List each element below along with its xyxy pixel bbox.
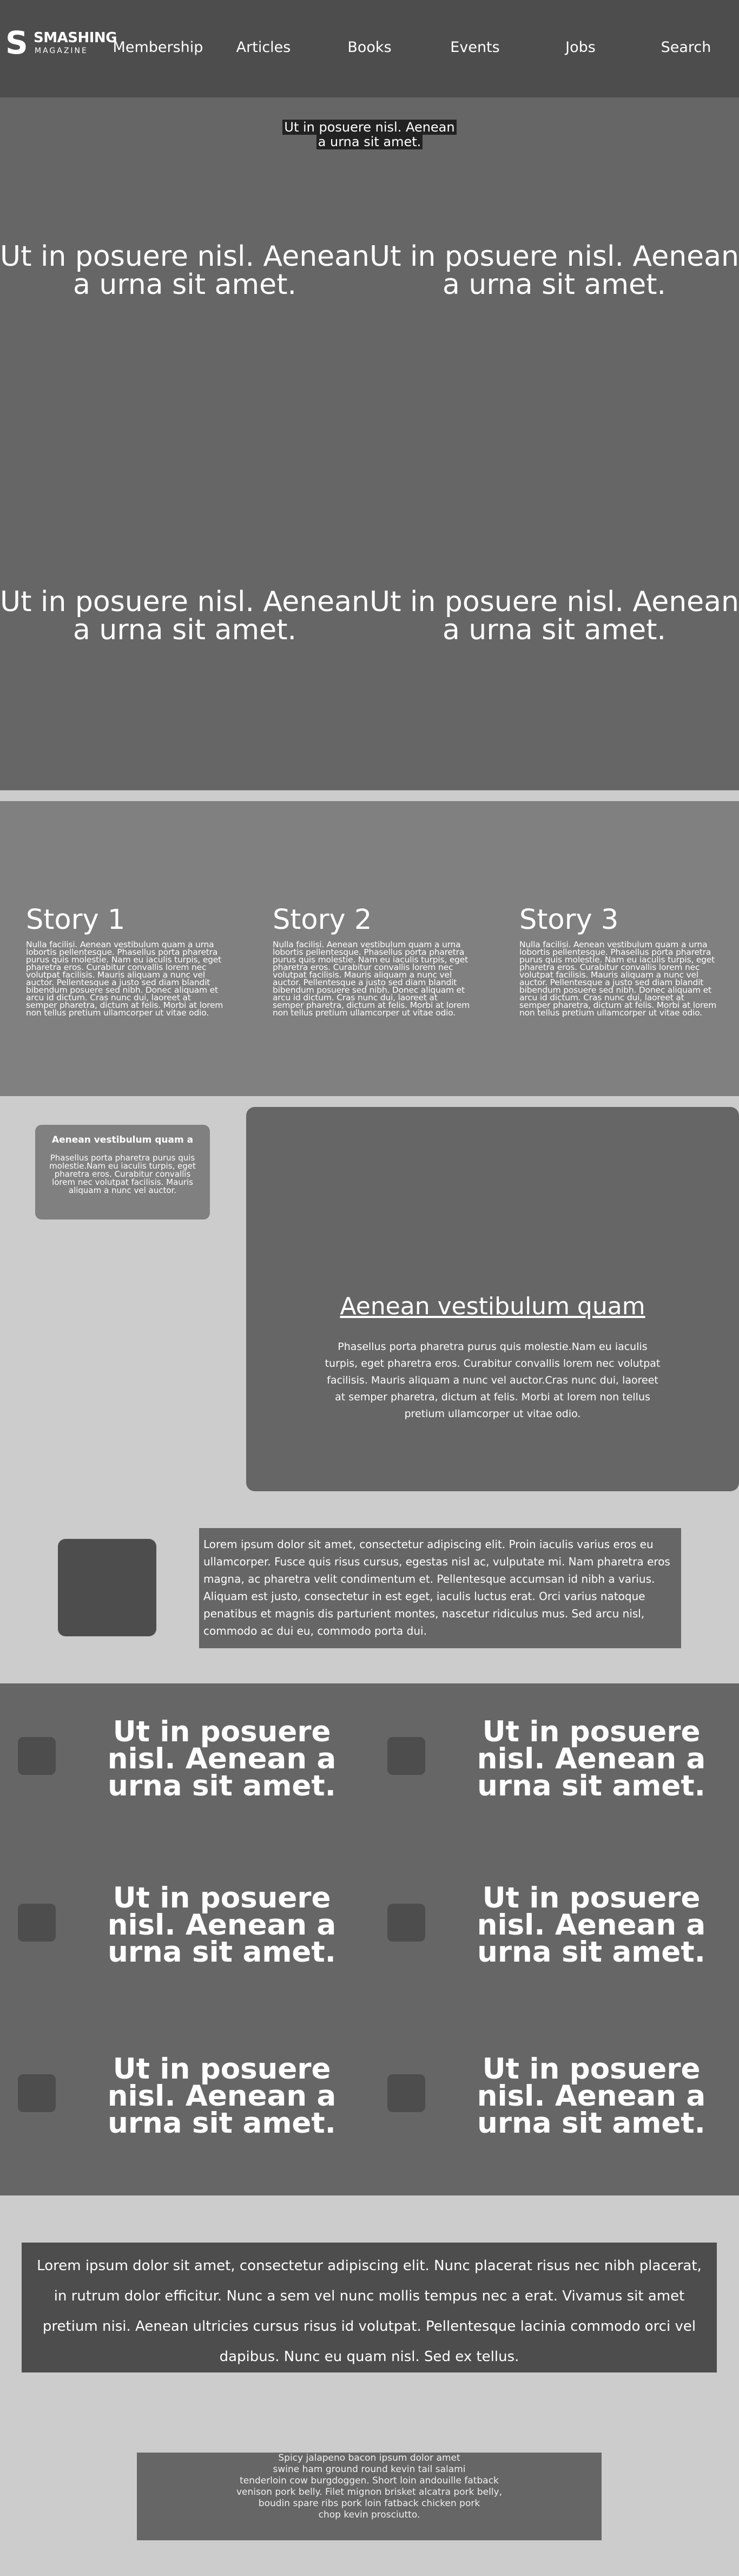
footer-text-box: Spicy jalapeno bacon ipsum dolor amet sw… <box>137 2453 602 2540</box>
feature-card-text: Phasellus porta pharetra purus quis mole… <box>325 1341 661 1420</box>
grid-item: Ut in posuere nisl. Aenean a urna sit am… <box>370 1858 739 2020</box>
logo-wordmark: SMASHING <box>34 30 117 46</box>
grid-item: Ut in posuere nisl. Aenean a urna sit am… <box>370 1683 739 1846</box>
story-title[interactable]: Story 1 <box>26 904 223 936</box>
feature-icon <box>18 2074 56 2112</box>
feature-card-title[interactable]: Aenean vestibulum quam <box>246 1292 739 1321</box>
story-text: Nulla facilisi. Aenean vestibulum quam a… <box>273 940 470 1018</box>
smashing-logo[interactable]: S SMASHING MAGAZINE <box>5 24 117 65</box>
mini-card-text: Phasellus porta pharetra purus quis mole… <box>49 1153 196 1195</box>
feature-icon <box>18 1904 56 1942</box>
feature-card: Aenean vestibulum quam Phasellus porta p… <box>246 1107 739 1491</box>
stories-section: Story 1 Nulla facilisi. Aenean vestibulu… <box>0 801 739 1096</box>
story-text: Nulla facilisi. Aenean vestibulum quam a… <box>26 940 223 1018</box>
text-block: Lorem ipsum dolor sit amet, consectetur … <box>199 1528 681 1648</box>
grid-item-text: Ut in posuere nisl. Aenean a urna sit am… <box>477 1715 706 1802</box>
footer-line: Spicy jalapeno bacon ipsum dolor amet <box>278 2453 460 2463</box>
feature-icon <box>387 1737 425 1775</box>
grid-item-text: Ut in posuere nisl. Aenean a urna sit am… <box>107 2053 336 2140</box>
feature-icon <box>18 1737 56 1775</box>
nav-events[interactable]: Events <box>450 38 499 57</box>
grid-item: Ut in posuere nisl. Aenean a urna sit am… <box>0 1858 370 2020</box>
feature-icon <box>387 1904 425 1942</box>
site-header: S SMASHING MAGAZINE Membership Articles … <box>0 0 739 97</box>
footer-line: chop kevin prosciutto. <box>318 2509 420 2520</box>
grid-item: Ut in posuere nisl. Aenean a urna sit am… <box>0 2024 370 2187</box>
story-title[interactable]: Story 3 <box>519 904 717 936</box>
icon-grid-section: Ut in posuere nisl. Aenean a urna sit am… <box>0 1683 739 2195</box>
logo-subtitle: MAGAZINE <box>35 47 88 55</box>
nav-books[interactable]: Books <box>347 38 391 57</box>
hero-tile-3[interactable]: Ut in posuere nisl. Aenean a urna sit am… <box>0 588 370 644</box>
logo-mark-icon: S <box>5 24 28 61</box>
story-text: Nulla facilisi. Aenean vestibulum quam a… <box>519 940 717 1018</box>
main-nav: Membership Articles Books Events Jobs Se… <box>105 38 739 60</box>
mini-card-title: Aenean vestibulum quam a <box>51 1135 194 1145</box>
mini-card: Aenean vestibulum quam a Phasellus porta… <box>35 1125 210 1220</box>
grid-item-text: Ut in posuere nisl. Aenean a urna sit am… <box>477 1882 706 1969</box>
nav-articles[interactable]: Articles <box>236 38 291 57</box>
hero-section: Ut in posuere nisl. Aenean a urna sit am… <box>0 97 739 790</box>
story-card: Story 2 Nulla facilisi. Aenean vestibulu… <box>273 904 470 1017</box>
grid-item: Ut in posuere nisl. Aenean a urna sit am… <box>370 2024 739 2187</box>
hero-tile-1[interactable]: Ut in posuere nisl. Aenean a urna sit am… <box>0 242 370 299</box>
footer-line: boudin spare ribs pork loin fatback chic… <box>258 2498 480 2509</box>
story-title[interactable]: Story 2 <box>273 904 470 936</box>
grid-item-text: Ut in posuere nisl. Aenean a urna sit am… <box>477 2053 706 2140</box>
nav-search[interactable]: Search <box>661 38 711 57</box>
footer-line: swine ham ground round kevin tail salami <box>273 2464 466 2475</box>
image-placeholder <box>58 1539 156 1636</box>
grid-item: Ut in posuere nisl. Aenean a urna sit am… <box>0 1683 370 1846</box>
nav-membership[interactable]: Membership <box>113 38 203 57</box>
feature-icon <box>387 2074 425 2112</box>
quote-block: Lorem ipsum dolor sit amet, consectetur … <box>22 2243 717 2372</box>
hero-caption: Ut in posuere nisl. Aenean a urna sit am… <box>282 120 457 149</box>
hero-tile-4[interactable]: Ut in posuere nisl. Aenean a urna sit am… <box>370 588 739 644</box>
grid-item-text: Ut in posuere nisl. Aenean a urna sit am… <box>107 1882 336 1969</box>
hero-tile-2[interactable]: Ut in posuere nisl. Aenean a urna sit am… <box>370 242 739 299</box>
story-card: Story 1 Nulla facilisi. Aenean vestibulu… <box>26 904 223 1017</box>
footer-line: venison pork belly. Filet mignon brisket… <box>236 2487 503 2498</box>
nav-jobs[interactable]: Jobs <box>565 38 596 57</box>
story-card: Story 3 Nulla facilisi. Aenean vestibulu… <box>519 904 717 1017</box>
grid-item-text: Ut in posuere nisl. Aenean a urna sit am… <box>107 1715 336 1802</box>
footer-line: tenderloin cow burgdoggen. Short loin an… <box>240 2475 499 2486</box>
